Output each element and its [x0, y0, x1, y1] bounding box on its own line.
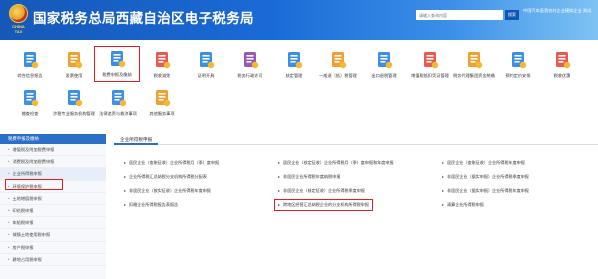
declaration-link[interactable]: 非居民企业（核定征收）企业所得税季度申报	[278, 188, 365, 194]
menu-tile-preference[interactable]: 税收优惠	[540, 50, 584, 79]
agency-icon	[64, 88, 84, 108]
logo-text: CHINA TAX	[12, 24, 25, 34]
menu-tile-label: 综合信息报告	[17, 73, 43, 78]
menu-tile-voucher[interactable]: 增值税抵扣凭证管理	[408, 50, 452, 79]
menu-tile-label: 核定管理	[285, 73, 303, 78]
invoice-icon	[64, 50, 84, 70]
header-bar: CHINA TAX 国家税务总局西藏自治区电子税务局 搜索 中国汽车直营农村企业…	[0, 0, 598, 40]
sidebar-item[interactable]: 城镇土地使用税申报	[0, 229, 106, 242]
menu-tile-label: 税费申报及缴纳	[102, 72, 132, 77]
menu-tile-invoice[interactable]: 发票使用	[52, 50, 96, 79]
declaration-link[interactable]: 企业所得税汇总纳税分支机构所得税分配表	[124, 174, 207, 180]
emblem-icon	[9, 4, 28, 23]
license-icon	[240, 50, 260, 70]
menu-tile-label: 预约定价安排	[505, 73, 531, 78]
sidebar-item[interactable]: 增值税及附加税费申报	[0, 144, 106, 157]
inspection-icon	[20, 88, 40, 108]
export-icon	[374, 50, 394, 70]
tab-corporate-income-tax[interactable]: 企业所得税申报	[114, 134, 159, 145]
main-panel: 企业所得税申报 居民企业（查账征收）企业所得税月（季）度申报 居民企业（核定征收）…	[114, 134, 598, 279]
declaration-link[interactable]: 非居民企业（按实征收）企业所得税年度申报	[124, 188, 211, 194]
user-info[interactable]: 中国汽车直营农村企业模拟企业 测试	[523, 8, 595, 14]
certificate-icon	[196, 50, 216, 70]
sidebar-item[interactable]: 印花税申报	[0, 205, 106, 218]
menu-tile-document[interactable]: 综合信息报告	[8, 50, 52, 79]
fund-icon	[464, 50, 484, 70]
menu-tile-fund[interactable]: 税务代理集团资金统缴	[452, 50, 496, 79]
document-icon	[20, 50, 40, 70]
menu-tile-inspection[interactable]: 稽查检查	[8, 88, 52, 117]
left-sidebar: 税费申报及缴纳 增值税及附加税费申报消费税及附加税费申报企业所得税申报环境保护税…	[0, 134, 106, 279]
menu-tile-tax-declare[interactable]: 税费申报及缴纳	[94, 46, 140, 82]
menu-tile-label: 发票使用	[65, 73, 83, 78]
declaration-link[interactable]: 居民企业（查账征收）企业所得税年度申报	[442, 160, 525, 166]
declaration-link[interactable]: 扣缴企业所得税报告表报告	[124, 202, 178, 208]
menu-tile-label: 法律追责与救济事项	[99, 111, 137, 116]
menu-tile-refund[interactable]: 一般退（抵）税管理	[316, 50, 360, 79]
preference-icon	[552, 50, 572, 70]
menu-tile-label: 证明开具	[197, 73, 215, 78]
menu-tile-service[interactable]: 其他服务事项	[140, 88, 184, 117]
sidebar-item[interactable]: 土地增值税申报	[0, 193, 106, 205]
menu-tile-label: 税收减免	[153, 73, 171, 78]
voucher-icon	[420, 50, 440, 70]
menu-tile-label: 一般退（抵）税管理	[319, 73, 357, 78]
declaration-link[interactable]: 非居民企业（据实申报）企业所得税年度申报	[442, 188, 529, 194]
refund-icon	[328, 50, 348, 70]
sidebar-list: 增值税及附加税费申报消费税及附加税费申报企业所得税申报环境保护税申报土地增值税申…	[0, 144, 106, 266]
declaration-link[interactable]: 清算企业所得税申报	[442, 202, 484, 208]
sidebar-item[interactable]: 车船税申报	[0, 217, 106, 230]
pricing-icon	[508, 50, 528, 70]
highlight-box	[5, 179, 63, 190]
menu-tile-export[interactable]: 出口退税管理	[362, 50, 406, 79]
site-title: 国家税务总局西藏自治区电子税务局	[33, 11, 254, 27]
declaration-link[interactable]: 非居民企业所得税年度纳税申报	[278, 174, 340, 180]
menu-tile-label: 稽查检查	[21, 111, 39, 116]
menu-tile-label: 其他服务事项	[149, 111, 175, 116]
menu-tile-label: 税收优惠	[553, 73, 571, 78]
sidebar-header: 税费申报及缴纳	[0, 134, 106, 144]
menu-tile-label: 出口退税管理	[371, 73, 397, 78]
menu-tile-label: 涉税专业服务机构管理	[53, 111, 95, 116]
main-tab-bar: 企业所得税申报	[114, 134, 598, 145]
menu-tile-label: 税务代理集团资金统缴	[453, 73, 495, 78]
menu-tile-pricing[interactable]: 预约定价安排	[496, 50, 540, 79]
search-input[interactable]	[416, 10, 503, 20]
menu-tile-tax-relief[interactable]: 税收减免	[140, 50, 184, 79]
sidebar-item[interactable]: 耕地占用税申报	[0, 254, 106, 266]
menu-tile-legal[interactable]: 法律追责与救济事项	[96, 88, 140, 117]
menu-tile-certificate[interactable]: 证明开具	[184, 50, 228, 79]
tax-relief-icon	[152, 50, 172, 70]
approval-icon	[284, 50, 304, 70]
declaration-link[interactable]: 居民企业（查账征收）企业所得税月（季）度申报	[124, 160, 219, 166]
search-button[interactable]: 搜索	[505, 10, 519, 20]
sidebar-item[interactable]: 房产税申报	[0, 242, 106, 254]
service-icon	[152, 88, 172, 108]
menu-tile-approval[interactable]: 核定管理	[272, 50, 316, 79]
menu-tile-label: 增值税抵扣凭证管理	[411, 73, 449, 78]
function-menu: 综合信息报告 发票使用 税费申报及缴纳 税收减免 证明开具 税务行政许可 核定管理 一般退（抵…	[0, 40, 598, 125]
declaration-link[interactable]: 非居民企业（据实申报）企业所得税季度申报	[442, 174, 529, 180]
declaration-link[interactable]: 跨地区经营汇总纳税企业的分支机构所得税申报	[274, 199, 373, 211]
declaration-link[interactable]: 居民企业（核定征收）企业所得税月（季）度申报和年度申报	[278, 160, 394, 166]
menu-tile-label: 税务行政许可	[237, 73, 263, 78]
tax-emblem-logo[interactable]: CHINA TAX	[8, 4, 29, 34]
tax-declare-icon	[107, 49, 127, 69]
legal-icon	[108, 88, 128, 108]
menu-tile-agency[interactable]: 涉税专业服务机构管理	[52, 88, 96, 117]
sidebar-item[interactable]: 消费税及附加税费申报	[0, 156, 106, 169]
menu-tile-license[interactable]: 税务行政许可	[228, 50, 272, 79]
